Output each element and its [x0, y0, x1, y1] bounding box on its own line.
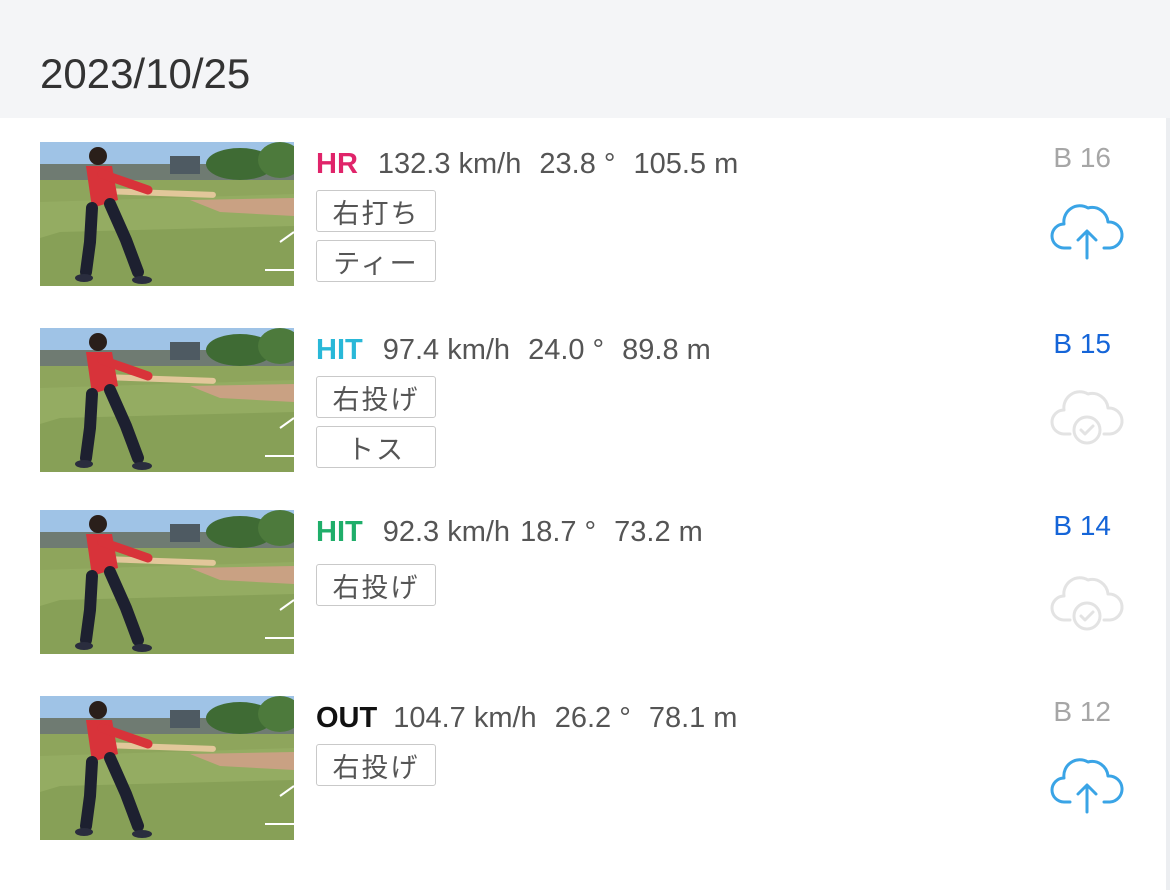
tag-batting-side: 右投げ: [316, 376, 436, 418]
video-thumbnail[interactable]: [40, 696, 294, 840]
video-thumbnail[interactable]: [40, 142, 294, 286]
distance: 105.5 m: [633, 147, 739, 180]
video-thumbnail[interactable]: [40, 328, 294, 472]
cloud-upload-icon[interactable]: [1050, 752, 1124, 816]
result-label: OUT: [316, 701, 378, 734]
swing-list-item[interactable]: HIT 97.4 km/h 24.0 ° 89.8 m 右投げ トス B 15: [0, 328, 1166, 498]
tag-batting-side: 右打ち: [316, 190, 436, 232]
swing-list-item[interactable]: HIT 92.3 km/h 18.7 ° 73.2 m 右投げ B 14: [0, 510, 1166, 680]
launch-angle: 18.7 °: [520, 515, 597, 548]
tag-batting-side: 右投げ: [316, 744, 436, 786]
result-label: HR: [316, 147, 358, 180]
exit-speed: 92.3 km/h: [382, 515, 511, 548]
result-label: HIT: [316, 333, 363, 366]
tag-batting-side: 右投げ: [316, 564, 436, 606]
swing-stats: OUT 104.7 km/h 26.2 ° 78.1 m: [316, 698, 755, 738]
date-label: 2023/10/25: [40, 50, 251, 97]
scrollbar-track[interactable]: [1166, 118, 1170, 890]
launch-angle: 24.0 °: [528, 333, 605, 366]
tag-practice-type: トス: [316, 426, 436, 468]
launch-angle: 23.8 °: [539, 147, 616, 180]
distance: 73.2 m: [614, 515, 703, 548]
distance: 89.8 m: [622, 333, 711, 366]
cloud-upload-icon[interactable]: [1050, 198, 1124, 262]
swing-list-item[interactable]: OUT 104.7 km/h 26.2 ° 78.1 m 右投げ B 12: [0, 696, 1166, 866]
cloud-synced-icon: [1050, 576, 1124, 631]
cloud-synced-icon: [1050, 390, 1124, 445]
swing-stats: HR 132.3 km/h 23.8 ° 105.5 m: [316, 144, 756, 184]
exit-speed: 97.4 km/h: [382, 333, 511, 366]
swing-stats: HIT 92.3 km/h 18.7 ° 73.2 m: [316, 512, 721, 552]
bat-number: B 12: [1053, 696, 1111, 727]
distance: 78.1 m: [648, 701, 738, 734]
tag-practice-type: ティー: [316, 240, 436, 282]
date-header: 2023/10/25: [0, 0, 1170, 118]
launch-angle: 26.2 °: [554, 701, 631, 734]
exit-speed: 132.3 km/h: [377, 147, 522, 180]
result-label: HIT: [316, 515, 363, 548]
exit-speed: 104.7 km/h: [393, 701, 537, 734]
swing-stats: HIT 97.4 km/h 24.0 ° 89.8 m: [316, 330, 729, 370]
bat-number: B 14: [1053, 510, 1111, 541]
swing-list-item[interactable]: HR 132.3 km/h 23.8 ° 105.5 m 右打ち ティー B 1…: [0, 142, 1166, 312]
bat-number: B 15: [1053, 328, 1111, 359]
bat-number: B 16: [1053, 142, 1111, 173]
video-thumbnail[interactable]: [40, 510, 294, 654]
